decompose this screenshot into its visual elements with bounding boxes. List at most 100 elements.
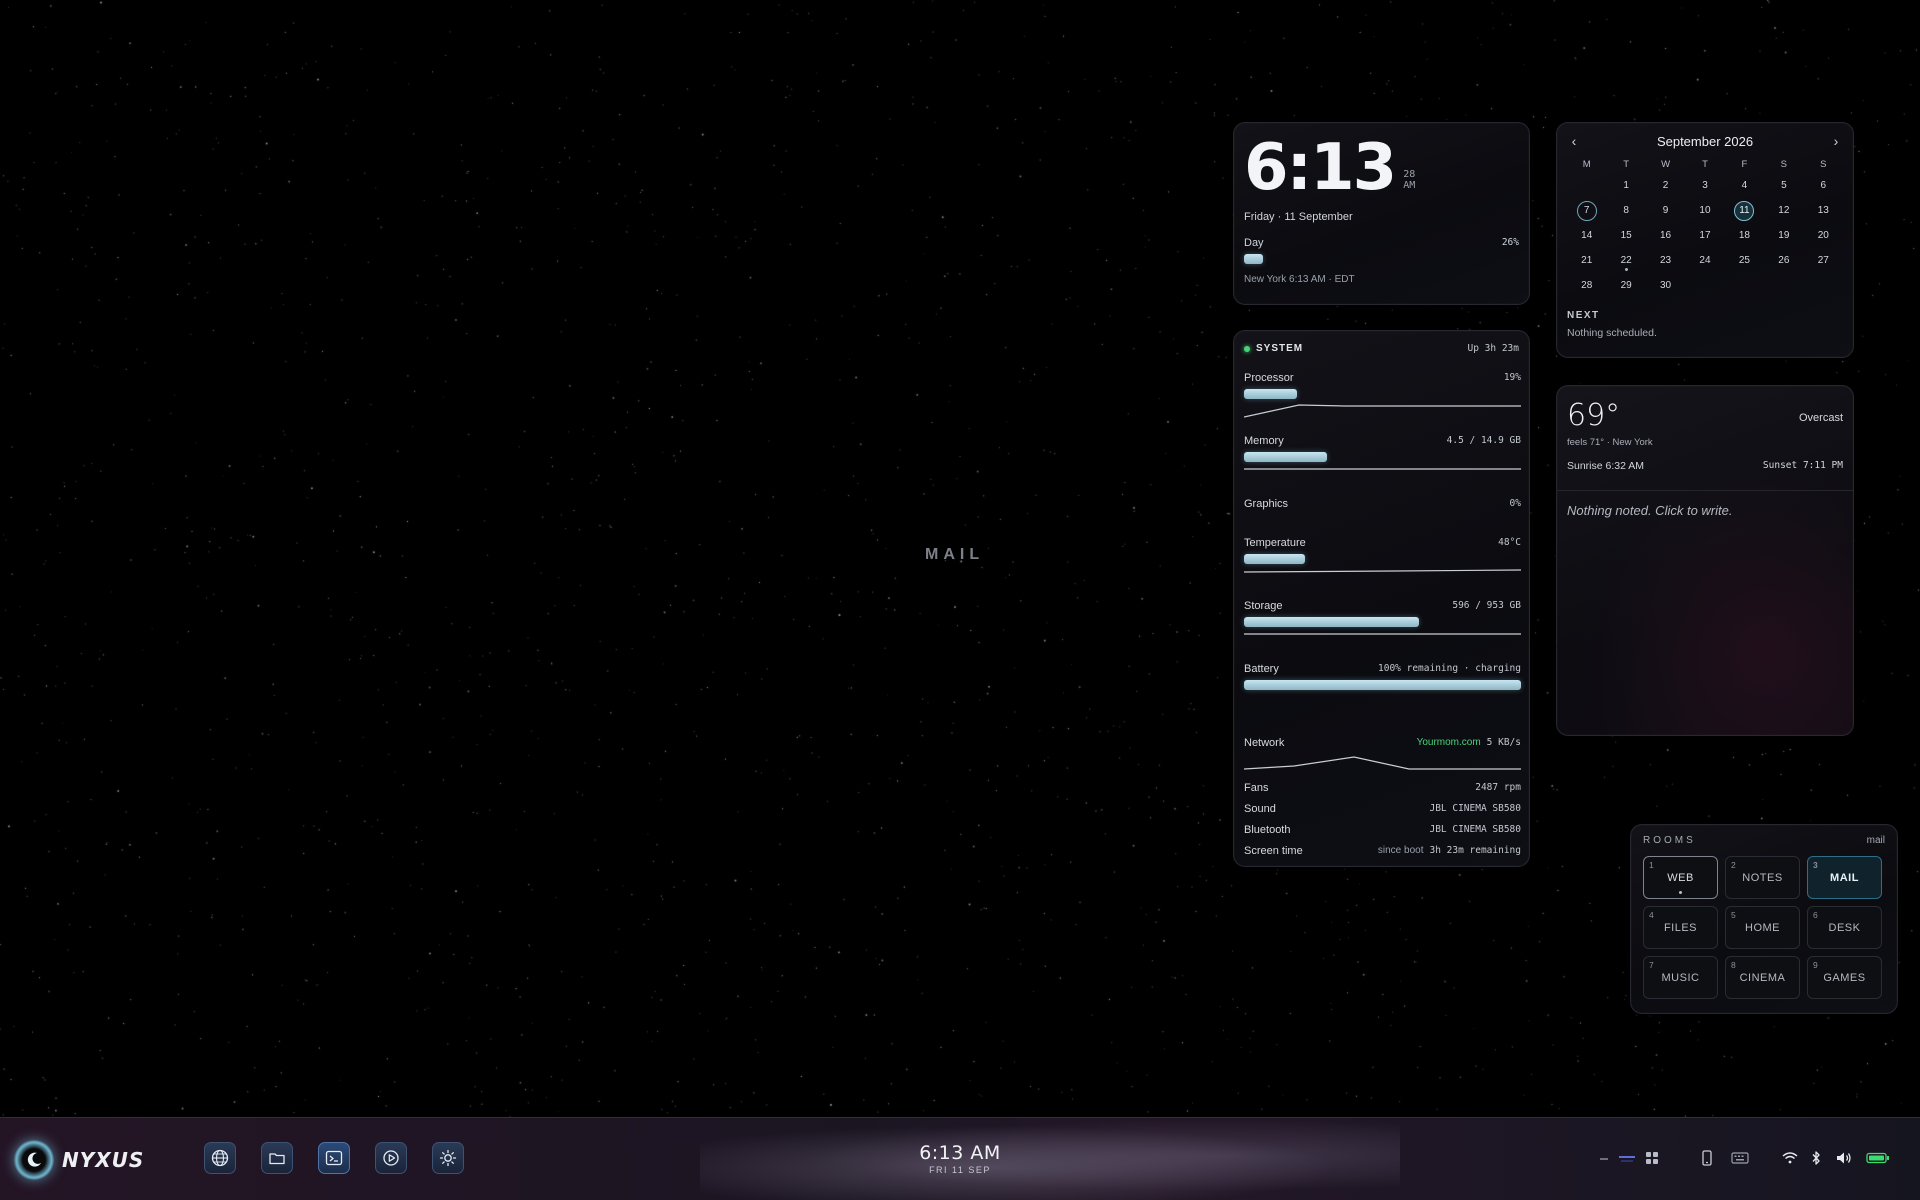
sound-label: Sound xyxy=(1244,803,1276,815)
system-uptime: Up 3h 23m xyxy=(1467,343,1519,354)
media-player-icon[interactable] xyxy=(375,1142,407,1174)
room-number: 2 xyxy=(1731,860,1737,870)
sound-row: Sound JBL CINEMA SB580 xyxy=(1244,803,1521,815)
clock-widget: 6:13 28 AM Friday · 11 September Day 26%… xyxy=(1233,122,1530,305)
calendar-empty-cell xyxy=(1685,273,1724,298)
calendar-day[interactable]: 3 xyxy=(1685,173,1724,198)
room-number: 3 xyxy=(1813,860,1819,870)
calendar-day[interactable]: 27 xyxy=(1804,248,1843,273)
room-button-web[interactable]: 1 WEB xyxy=(1643,856,1718,899)
room-button-desk[interactable]: 6 DESK xyxy=(1807,906,1882,949)
processor-fill xyxy=(1244,389,1297,399)
calendar-day[interactable]: 16 xyxy=(1646,223,1685,248)
folder-icon[interactable] xyxy=(261,1142,293,1174)
calendar-day[interactable]: 20 xyxy=(1804,223,1843,248)
calendar-widget: ‹ September 2026 › M T W T F S S 1 2 3 4 5 6 7 8 9 10 11 1… xyxy=(1556,122,1854,358)
phone-icon[interactable] xyxy=(1700,1150,1714,1166)
chevron-left-icon[interactable]: ‹ xyxy=(1567,133,1581,149)
calendar-day[interactable]: 26 xyxy=(1764,248,1803,273)
calendar-day[interactable]: 21 xyxy=(1567,248,1606,273)
network-ssid: Yourmom.com xyxy=(1416,737,1481,748)
globe-icon[interactable] xyxy=(204,1142,236,1174)
calendar-day[interactable]: 17 xyxy=(1685,223,1724,248)
calendar-next-value: Nothing scheduled. xyxy=(1567,327,1657,339)
weather-temperature: 69° xyxy=(1567,398,1621,433)
fans-label: Fans xyxy=(1244,782,1269,794)
calendar-day[interactable]: 10 xyxy=(1685,198,1724,223)
taskbar: NYXUS 6:13 AM FRI 11 SEP xyxy=(0,1117,1920,1200)
temperature-row: Temperature 48°C xyxy=(1244,537,1521,584)
battery-icon[interactable] xyxy=(1866,1152,1890,1164)
calendar-day[interactable]: 8 xyxy=(1606,198,1645,223)
storage-row: Storage 596 / 953 GB xyxy=(1244,600,1521,647)
taskbar-time: 6:13 AM xyxy=(919,1142,1001,1164)
room-button-home[interactable]: 5 HOME xyxy=(1725,906,1800,949)
room-label: WEB xyxy=(1667,871,1694,884)
calendar-day[interactable]: 23 xyxy=(1646,248,1685,273)
calendar-day[interactable]: 4 xyxy=(1725,173,1764,198)
calendar-day[interactable]: 11 xyxy=(1725,198,1764,223)
network-row: Network Yourmom.com 5 KB/s xyxy=(1244,737,1521,775)
notes-area[interactable]: Nothing noted. Click to write. xyxy=(1567,503,1843,518)
calendar-day[interactable]: 9 xyxy=(1646,198,1685,223)
terminal-icon[interactable] xyxy=(318,1142,350,1174)
storage-fill xyxy=(1244,617,1419,627)
calendar-day[interactable]: 29 xyxy=(1606,273,1645,298)
calendar-day[interactable]: 18 xyxy=(1725,223,1764,248)
calendar-weekday: M xyxy=(1582,158,1591,170)
graphics-label: Graphics xyxy=(1244,498,1289,510)
room-label: MUSIC xyxy=(1661,971,1700,984)
bluetooth-icon[interactable] xyxy=(1810,1150,1822,1166)
wifi-icon[interactable] xyxy=(1782,1152,1798,1164)
calendar-day[interactable]: 19 xyxy=(1764,223,1803,248)
calendar-day[interactable]: 22 xyxy=(1606,248,1645,273)
calendar-day[interactable]: 5 xyxy=(1764,173,1803,198)
room-button-cinema[interactable]: 8 CINEMA xyxy=(1725,956,1800,999)
calendar-day[interactable]: 24 xyxy=(1685,248,1724,273)
network-label: Network xyxy=(1244,737,1285,749)
calendar-day[interactable]: 6 xyxy=(1804,173,1843,198)
memory-bar xyxy=(1244,452,1521,462)
volume-icon[interactable] xyxy=(1836,1151,1852,1165)
rooms-widget: ROOMS mail 1 WEB 2 NOTES 3 MAIL 4 FILES 5 HOME 6 DE… xyxy=(1630,824,1898,1014)
room-button-notes[interactable]: 2 NOTES xyxy=(1725,856,1800,899)
calendar-day[interactable]: 13 xyxy=(1804,198,1843,223)
calendar-day[interactable]: 25 xyxy=(1725,248,1764,273)
memory-row: Memory 4.5 / 14.9 GB xyxy=(1244,435,1521,482)
calendar-weekday: W xyxy=(1661,158,1671,170)
minimize-icon[interactable] xyxy=(1598,1153,1610,1163)
calendar-day[interactable]: 30 xyxy=(1646,273,1685,298)
room-button-mail[interactable]: 3 MAIL xyxy=(1807,856,1882,899)
room-button-games[interactable]: 9 GAMES xyxy=(1807,956,1882,999)
calendar-day[interactable]: 14 xyxy=(1567,223,1606,248)
room-button-music[interactable]: 7 MUSIC xyxy=(1643,956,1718,999)
calendar-day[interactable]: 7 xyxy=(1567,198,1606,223)
processor-sparkline xyxy=(1244,404,1521,418)
bluetooth-row: Bluetooth JBL CINEMA SB580 xyxy=(1244,824,1521,836)
calendar-day[interactable]: 1 xyxy=(1606,173,1645,198)
taskbar-clock[interactable]: 6:13 AM FRI 11 SEP xyxy=(860,1142,1060,1175)
room-number: 5 xyxy=(1731,910,1737,920)
calendar-day[interactable]: 12 xyxy=(1764,198,1803,223)
settings-sun-icon[interactable] xyxy=(432,1142,464,1174)
day-progress-bar xyxy=(1244,254,1519,264)
calendar-grid: M T W T F S S 1 2 3 4 5 6 7 8 9 10 11 12 13 14 15 16 17 18 19 20 21… xyxy=(1567,155,1843,298)
battery-bar xyxy=(1244,680,1521,690)
chevron-right-icon[interactable]: › xyxy=(1829,133,1843,149)
day-progress-value: 26% xyxy=(1501,237,1519,248)
layout-icon[interactable] xyxy=(1618,1153,1636,1163)
keyboard-icon[interactable] xyxy=(1730,1152,1750,1164)
launcher-button[interactable]: NYXUS xyxy=(14,1140,144,1180)
room-button-files[interactable]: 4 FILES xyxy=(1643,906,1718,949)
weather-feels: feels 71° · New York xyxy=(1567,437,1653,448)
grid-icon[interactable] xyxy=(1644,1151,1660,1165)
calendar-day[interactable]: 15 xyxy=(1606,223,1645,248)
calendar-day[interactable]: 2 xyxy=(1646,173,1685,198)
system-title: SYSTEM xyxy=(1256,343,1304,354)
calendar-day[interactable]: 28 xyxy=(1567,273,1606,298)
battery-value: 100% remaining · charging xyxy=(1378,663,1521,674)
calendar-month-title: September 2026 xyxy=(1656,133,1754,149)
storage-bar xyxy=(1244,617,1521,627)
room-number: 8 xyxy=(1731,960,1737,970)
processor-label: Processor xyxy=(1244,372,1294,384)
